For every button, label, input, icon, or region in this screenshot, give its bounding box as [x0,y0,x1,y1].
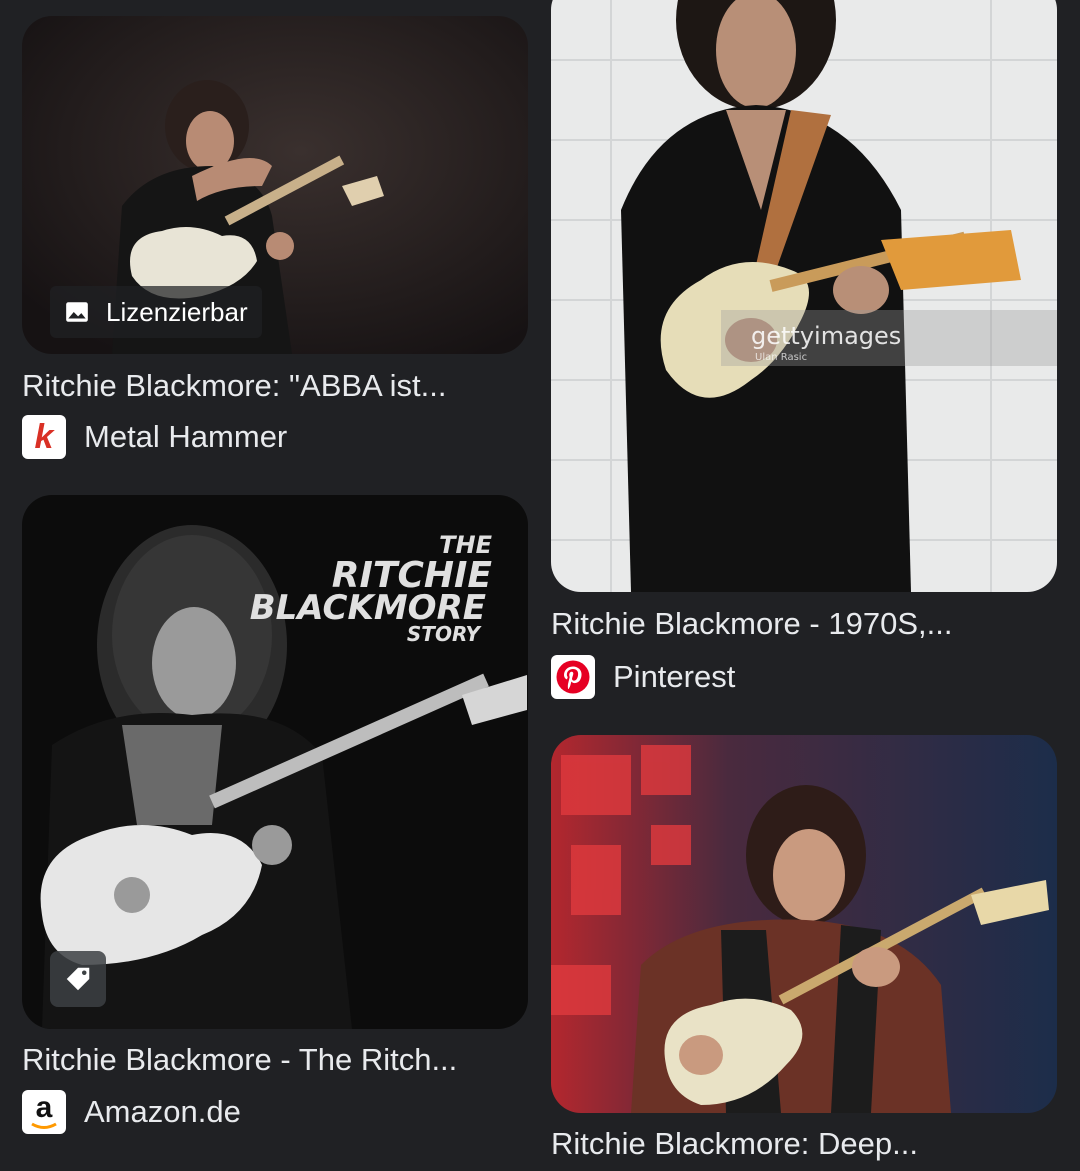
license-badge-label: Lizenzierbar [106,296,248,327]
album-cover-image: THE RITCHIE BLACKMORE STORY [22,495,528,1029]
getty-watermark: gettyimages [751,322,901,350]
result-thumbnail[interactable] [551,735,1057,1113]
live-performance-image [551,735,1057,1113]
image-result-card[interactable]: Lizenzierbar Ritchie Blackmore: "ABBA is… [22,16,528,459]
result-source[interactable]: Pinterest [551,654,735,700]
image-icon [66,302,88,322]
amazon-logo-icon: a [22,1090,66,1134]
studio-photo-image: gettyimages Ulan Rasic [551,0,1057,592]
metal-hammer-logo-icon: k [22,415,66,459]
result-source[interactable]: a Amazon.de [22,1089,241,1135]
shopping-badge[interactable] [50,951,106,1007]
source-name: Metal Hammer [84,419,288,454]
bottom-edge [0,1163,1080,1171]
pinterest-logo-icon [551,655,595,699]
result-title[interactable]: Ritchie Blackmore - 1970S,... [551,606,1057,642]
image-result-card[interactable]: gettyimages Ulan Rasic Ritchie Blackmore… [551,0,1057,699]
result-title[interactable]: Ritchie Blackmore - The Ritch... [22,1042,528,1078]
result-source[interactable]: k Metal Hammer [22,414,287,460]
source-name: Amazon.de [84,1094,241,1129]
image-result-card[interactable]: Ritchie Blackmore: Deep... [551,735,1057,1161]
image-result-card[interactable]: THE RITCHIE BLACKMORE STORY Ritchie Blac… [22,495,528,1134]
result-thumbnail[interactable]: Lizenzierbar [22,16,528,354]
result-title[interactable]: Ritchie Blackmore: Deep... [551,1126,1057,1162]
source-name: Pinterest [613,659,736,694]
getty-watermark-credit: Ulan Rasic [755,352,807,363]
tag-icon [66,967,90,991]
poster-text-story: STORY [407,622,483,646]
result-thumbnail[interactable]: THE RITCHIE BLACKMORE STORY [22,495,528,1029]
result-thumbnail[interactable]: gettyimages Ulan Rasic [551,0,1057,592]
result-title[interactable]: Ritchie Blackmore: "ABBA ist... [22,368,528,404]
license-badge[interactable]: Lizenzierbar [50,286,262,338]
